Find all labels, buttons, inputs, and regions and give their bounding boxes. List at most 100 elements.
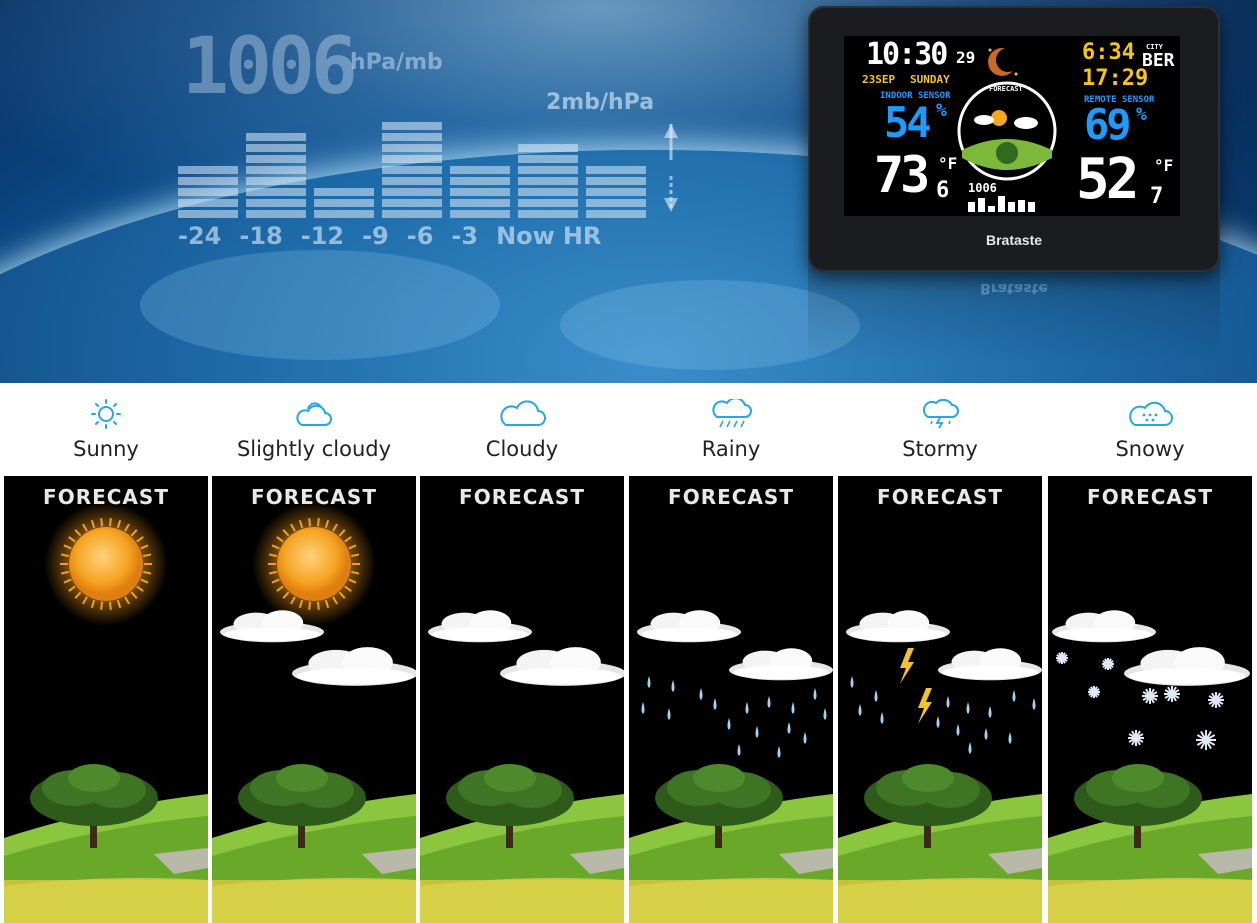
raindrop bbox=[858, 704, 862, 716]
panel-header: Slightly cloudy bbox=[212, 383, 416, 476]
sun-icon bbox=[89, 399, 123, 433]
forecast-dial-icon bbox=[957, 81, 1057, 181]
raindrop bbox=[936, 716, 940, 728]
panel-header: Stormy bbox=[838, 383, 1042, 476]
snowflake bbox=[1164, 686, 1180, 702]
snowflake bbox=[1128, 730, 1144, 746]
panel-header: Snowy bbox=[1048, 383, 1252, 476]
cloud-graphic bbox=[729, 648, 833, 681]
storm-cloud-icon bbox=[920, 398, 960, 433]
weather-condition-label: Rainy bbox=[701, 437, 761, 461]
sun-graphic bbox=[252, 502, 376, 626]
continent-shape bbox=[140, 250, 500, 360]
weather-condition-label: Snowy bbox=[1115, 437, 1185, 461]
reflection-brand: Brataste bbox=[980, 280, 1048, 296]
device-screen: 10:30 29 23SEP SUNDAY 6:34 17:29 CITY BE… bbox=[844, 36, 1180, 216]
indoor-humidity-unit: % bbox=[936, 100, 947, 121]
weather-condition-label: Sunny bbox=[73, 437, 139, 461]
up-down-arrows-icon bbox=[664, 124, 678, 212]
raindrop bbox=[880, 712, 884, 724]
landscape-graphic bbox=[212, 764, 416, 923]
remote-humidity-unit: % bbox=[1136, 104, 1147, 125]
history-hour-label: -24 bbox=[178, 222, 222, 250]
city-code: BER bbox=[1142, 50, 1175, 71]
landscape-graphic bbox=[4, 764, 208, 923]
forecast-title: FORECAST bbox=[1087, 485, 1213, 509]
pressure-history-bar bbox=[178, 163, 238, 218]
raindrop bbox=[803, 732, 807, 744]
raindrop bbox=[699, 688, 703, 700]
forecast-title: FORECAST bbox=[668, 485, 794, 509]
history-hour-label: -12 bbox=[300, 222, 345, 250]
weekday-display: SUNDAY bbox=[910, 73, 950, 86]
date-display: 23SEP bbox=[862, 73, 896, 86]
weather-condition-label: Slightly cloudy bbox=[236, 437, 392, 461]
forecast-title: FORECAST bbox=[251, 485, 377, 509]
history-hour-label: HR bbox=[562, 222, 602, 250]
cloud-graphic bbox=[428, 610, 532, 643]
raindrop bbox=[1008, 732, 1012, 744]
moon-phase-icon bbox=[988, 48, 1020, 76]
sunrise-time: 6:34 bbox=[1082, 40, 1135, 65]
landscape-graphic bbox=[838, 764, 1042, 923]
raindrop bbox=[984, 728, 988, 740]
snowflake bbox=[1196, 730, 1216, 750]
sunset-time: 17:29 bbox=[1082, 66, 1149, 91]
raindrop bbox=[713, 698, 717, 710]
raindrop bbox=[737, 744, 741, 756]
raindrop bbox=[667, 708, 671, 720]
raindrop bbox=[727, 718, 731, 730]
pressure-history-bar bbox=[246, 130, 306, 218]
snowflake bbox=[1142, 688, 1158, 704]
remote-temperature-unit: °F bbox=[1154, 156, 1174, 175]
snowflake bbox=[1088, 686, 1100, 698]
device-reflection: Brataste bbox=[808, 262, 1220, 362]
forecast-scene: FORECAST bbox=[1048, 476, 1252, 923]
raindrop bbox=[874, 690, 878, 702]
landscape-graphic bbox=[629, 764, 833, 923]
pressure-unit: hPa/mb bbox=[350, 50, 443, 75]
cloud-graphic bbox=[1124, 647, 1250, 686]
rain-cloud-icon bbox=[708, 397, 754, 433]
history-hour-label: -18 bbox=[239, 222, 283, 250]
forecast-panel-slightly-cloudy: Slightly cloudy FORECAST bbox=[212, 383, 416, 923]
partly-cloudy-icon bbox=[294, 399, 334, 433]
seconds-display: 29 bbox=[956, 48, 976, 67]
indoor-temperature-decimal: 6 bbox=[936, 178, 950, 203]
raindrop bbox=[671, 680, 675, 692]
forecast-label: FORECAST bbox=[989, 85, 1023, 93]
raindrop bbox=[777, 746, 781, 758]
pressure-history-bar bbox=[450, 163, 510, 218]
indoor-temperature: 73 bbox=[874, 146, 930, 204]
raindrop bbox=[850, 676, 854, 688]
forecast-panel-sunny: Sunny FORECAST bbox=[4, 383, 208, 923]
lightning-bolt bbox=[900, 648, 914, 684]
forecast-panel-rainy: Rainy FORECAST bbox=[629, 383, 833, 923]
remote-temperature-decimal: 7 bbox=[1150, 184, 1164, 209]
forecast-panel-snowy: Snowy FORECAST bbox=[1048, 383, 1252, 923]
remote-humidity: 69 bbox=[1084, 100, 1132, 149]
history-hour-label: -9 bbox=[362, 222, 389, 250]
mini-pressure-bars bbox=[968, 196, 1035, 212]
device-brand: Brataste bbox=[985, 232, 1043, 248]
history-hour-label: -6 bbox=[406, 222, 434, 250]
hero-banner: 1006 hPa/mb 2mb/hPa -24 -18 -12 -9 -6 -3 Now HR… bbox=[0, 0, 1257, 383]
raindrop bbox=[1032, 698, 1036, 710]
raindrop bbox=[755, 726, 759, 738]
panel-header: Sunny bbox=[4, 383, 208, 476]
forecast-title: FORECAST bbox=[877, 485, 1003, 509]
raindrop bbox=[767, 696, 771, 708]
raindrop bbox=[946, 696, 950, 708]
pressure-value: 1006 bbox=[182, 22, 358, 112]
raindrop bbox=[966, 702, 970, 714]
cloud-graphic bbox=[938, 648, 1042, 681]
raindrop bbox=[745, 702, 749, 714]
history-hour-label: Now bbox=[496, 222, 555, 250]
raindrop bbox=[791, 702, 795, 714]
forecast-scene: FORECAST bbox=[420, 476, 624, 923]
raindrop bbox=[956, 724, 960, 736]
cloud-graphic bbox=[1052, 610, 1156, 643]
cloud-graphic bbox=[846, 610, 950, 643]
history-hour-label: -3 bbox=[451, 222, 479, 250]
cloud-icon bbox=[496, 399, 548, 433]
